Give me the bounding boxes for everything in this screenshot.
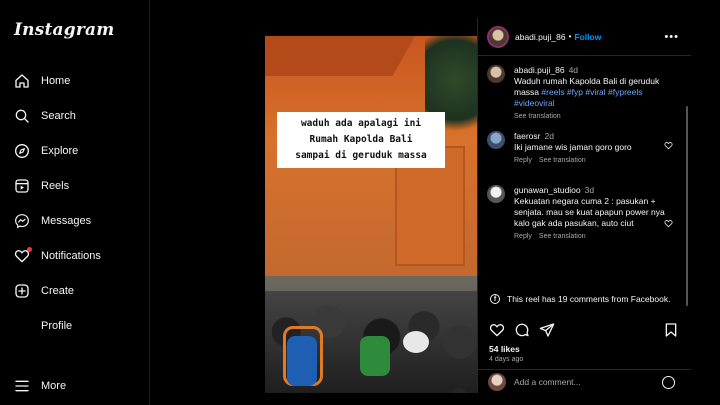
reels-icon [13,177,31,195]
facebook-icon: f [490,294,500,304]
comments-scrollbar[interactable] [686,106,688,306]
bookmark-icon[interactable] [663,322,679,338]
search-icon [13,107,31,125]
comment-body: faerosr 2d Iki jamane wis jaman goro goro… [514,131,669,166]
video-caption-line: Rumah Kapolda Bali [309,134,413,145]
sidebar-item-more[interactable]: More [13,375,66,397]
more-options-icon[interactable]: ••• [664,31,679,43]
comment-body: abadi.puji_86 4d Waduh rumah Kapolda Bali… [514,65,669,122]
reel-video-container[interactable]: waduh ada apalagi ini Rumah Kapolda Bali… [265,18,477,393]
sidebar-item-label: Notifications [41,250,101,262]
sidebar-item-label: Search [41,110,76,122]
sidebar-item-label: Home [41,75,71,87]
reply-button[interactable]: Reply [514,157,532,164]
comment-time: 4d [568,65,579,75]
sidebar-item-home[interactable]: Home [13,70,70,92]
sidebar-item-label: Create [41,285,75,297]
sidebar-item-explore[interactable]: Explore [13,140,78,162]
like-comment-heart-icon[interactable] [664,137,673,155]
compass-icon [13,142,31,160]
see-translation-link[interactable]: See translation [514,113,561,120]
comment-text: Iki jamane wis jaman goro goro [514,142,632,152]
like-comment-heart-icon[interactable] [664,215,673,233]
follow-button[interactable]: Follow [574,32,601,42]
sidebar-item-notifications[interactable]: Notifications [13,245,101,267]
see-translation-link[interactable]: See translation [539,157,586,164]
post-detail-panel: abadi.puji_86 • Follow ••• abadi.puji_86… [477,18,691,393]
comment-item: gunawan_studioo 3d Kekuatan negara cuma 2… [487,185,683,260]
avatar[interactable] [487,131,505,149]
sidebar: Instagram Home Search Explore Reels Mess… [0,0,150,405]
instagram-logo[interactable]: Instagram [14,20,114,40]
video-roof [265,36,415,76]
video-caption-line: sampai di geruduk massa [295,150,427,161]
comment-bubble-icon[interactable] [514,322,530,338]
comment-time: 2d [544,131,554,141]
video-caption-line: waduh ada apalagi ini [300,118,422,129]
avatar[interactable] [487,65,505,83]
post-date: 4 days ago [489,356,524,363]
sidebar-item-label: More [41,380,67,392]
avatar[interactable] [487,185,505,203]
sidebar-item-label: Profile [41,320,73,332]
messenger-icon [13,212,31,230]
hamburger-icon [13,377,31,395]
comment-text: Kekuatan negara cuma 2 : pasukan + senja… [514,196,665,228]
sidebar-item-messages[interactable]: Messages [13,210,91,232]
post-caption: abadi.puji_86 4d Waduh rumah Kapolda Bali… [487,65,683,120]
comment-meta: See translation [514,111,669,122]
see-translation-link[interactable]: See translation [539,233,586,240]
comment-time: 3d [584,185,595,195]
like-heart-icon[interactable] [489,322,505,338]
add-comment-bar: Add a comment... [478,369,691,393]
likes-count[interactable]: 54 likes [489,344,520,354]
comment-username[interactable]: faerosr [514,131,540,141]
sidebar-item-search[interactable]: Search [13,105,76,127]
sidebar-item-label: Explore [41,145,79,157]
facebook-comments-note: f This reel has 19 comments from Faceboo… [490,294,670,304]
post-actions [489,322,681,338]
comment-meta: Reply See translation [514,231,669,242]
share-send-icon[interactable] [539,322,555,338]
sidebar-item-profile[interactable]: Profile [13,315,72,337]
post-author-username[interactable]: abadi.puji_86 [515,32,566,42]
separator-dot: • [568,32,572,41]
sidebar-item-label: Messages [41,215,92,227]
emoji-icon[interactable] [662,376,675,389]
post-header: abadi.puji_86 • Follow ••• [478,18,691,56]
comment-meta: Reply See translation [514,155,669,166]
sidebar-item-create[interactable]: Create [13,280,74,302]
profile-avatar [13,317,31,335]
sidebar-item-label: Reels [41,180,70,192]
avatar [488,372,506,391]
avatar[interactable] [487,25,509,48]
reel-video[interactable]: waduh ada apalagi ini Rumah Kapolda Bali… [265,36,477,393]
plus-square-icon [13,282,31,300]
home-icon [13,72,31,90]
video-person [403,331,429,353]
comment-username[interactable]: gunawan_studioo [514,185,581,195]
comment-item: faerosr 2d Iki jamane wis jaman goro goro… [487,131,683,171]
video-person [360,336,390,376]
notification-dot [27,247,32,252]
comments-list: abadi.puji_86 4d Waduh rumah Kapolda Bali… [478,56,691,306]
video-person [287,336,317,386]
facebook-note-text: This reel has 19 comments from Facebook. [507,294,671,304]
reply-button[interactable]: Reply [514,233,532,240]
comment-body: gunawan_studioo 3d Kekuatan negara cuma 2… [514,185,669,242]
sidebar-item-reels[interactable]: Reels [13,175,69,197]
heart-icon [13,247,32,265]
comment-username[interactable]: abadi.puji_86 [514,65,565,75]
video-caption-overlay: waduh ada apalagi ini Rumah Kapolda Bali… [277,112,445,168]
add-comment-input[interactable]: Add a comment... [514,377,581,387]
